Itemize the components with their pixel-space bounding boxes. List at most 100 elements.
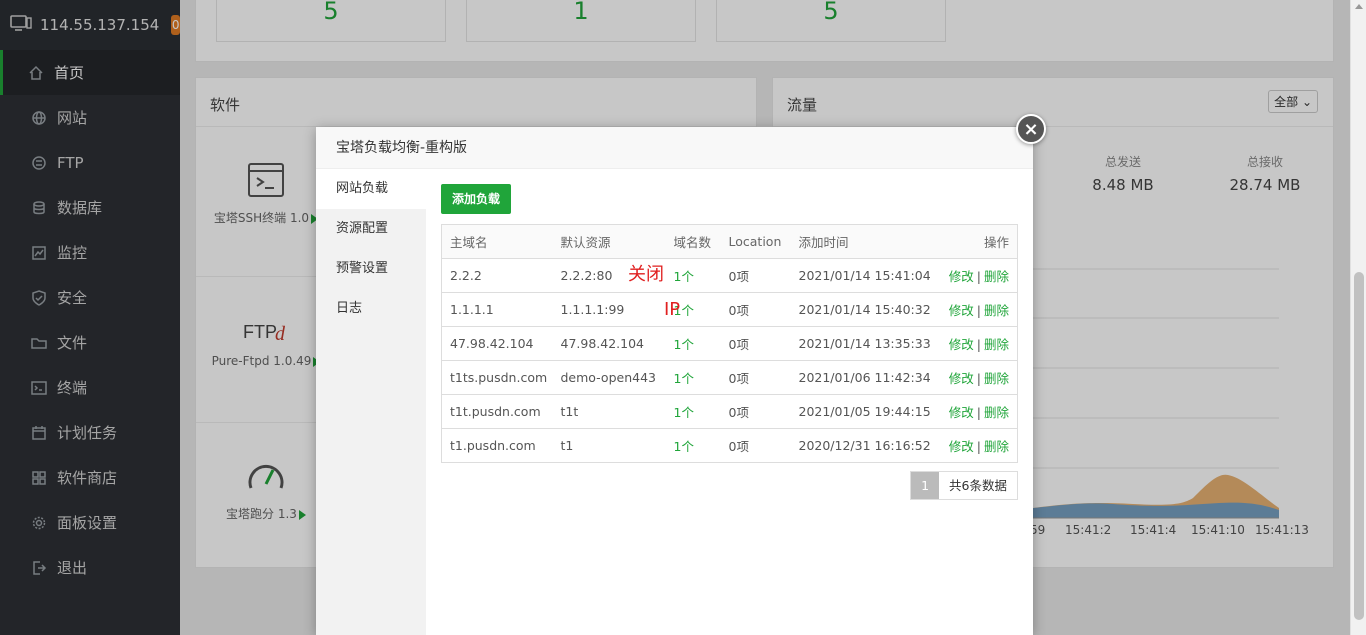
sidebar-item-label: 文件	[57, 334, 88, 352]
col-domain: 主域名	[441, 224, 553, 259]
sidebar-item-logout[interactable]: 退出	[0, 545, 180, 590]
x-tick: 15:41:13	[1255, 523, 1309, 537]
edit-link[interactable]: 修改	[949, 303, 974, 318]
gear-icon	[31, 515, 47, 531]
software-item-ftpd[interactable]: FTP d Pure-Ftpd 1.0.49	[210, 318, 322, 368]
sidebar-item-ftp[interactable]: FTP	[0, 140, 180, 185]
page-current[interactable]: 1	[911, 472, 940, 499]
table-row: t1t.pusdn.com t1t 1个 0项 2021/01/05 19:44:15 修…	[441, 394, 1018, 429]
cell-time: 2021/01/14 15:40:32	[790, 292, 939, 327]
delete-link[interactable]: 删除	[984, 303, 1009, 318]
cell-actions: 修改 | 删除	[938, 394, 1018, 429]
software-item-ssh[interactable]: 宝塔SSH终端 1.0	[210, 162, 322, 226]
delete-link[interactable]: 删除	[984, 439, 1009, 454]
tab-site-load[interactable]: 网站负载	[316, 169, 426, 209]
stat-database-count[interactable]: 5	[716, 0, 946, 42]
cell-domain-count[interactable]: 1个	[665, 326, 721, 361]
col-time: 添加时间	[790, 224, 939, 259]
sidebar-item-website[interactable]: 网站	[0, 95, 180, 140]
software-item-benchmark[interactable]: 宝塔跑分 1.3	[210, 458, 322, 522]
notification-badge[interactable]: 0	[171, 15, 180, 35]
server-header: 114.55.137.154 0	[0, 0, 180, 50]
close-modal-button[interactable]: ×	[1016, 114, 1046, 144]
database-icon	[31, 200, 47, 216]
sidebar-item-label: 面板设置	[57, 514, 118, 532]
tab-logs[interactable]: 日志	[316, 289, 426, 329]
sidebar-item-settings[interactable]: 面板设置	[0, 500, 180, 545]
sidebar-item-label: 首页	[54, 64, 85, 82]
sidebar-item-monitor[interactable]: 监控	[0, 230, 180, 275]
sidebar-item-files[interactable]: 文件	[0, 320, 180, 365]
tab-alert-settings[interactable]: 预警设置	[316, 249, 426, 289]
edit-link[interactable]: 修改	[949, 269, 974, 284]
scrollbar-thumb[interactable]	[1354, 272, 1364, 620]
server-ip: 114.55.137.154	[40, 16, 160, 34]
cell-domain-count[interactable]: 1个	[665, 428, 721, 463]
action-separator: |	[976, 371, 981, 386]
cell-domain: 1.1.1.1	[441, 292, 553, 327]
cell-domain-count[interactable]: 1个	[665, 360, 721, 395]
edit-link[interactable]: 修改	[949, 337, 974, 352]
sidebar-item-store[interactable]: 软件商店	[0, 455, 180, 500]
cell-resource: t1	[552, 428, 666, 463]
add-load-button[interactable]: 添加负载	[441, 184, 512, 214]
edit-link[interactable]: 修改	[949, 405, 974, 420]
action-separator: |	[976, 337, 981, 352]
action-separator: |	[976, 439, 981, 454]
cell-location: 0项	[720, 394, 791, 429]
table-row: 2.2.2 2.2.2:80 1个 0项 2021/01/14 15:41:04 修改 | 删…	[441, 258, 1018, 293]
cell-location: 0项	[720, 326, 791, 361]
cell-domain: 2.2.2	[441, 258, 553, 293]
cell-actions: 修改 | 删除	[938, 258, 1018, 293]
stat-ftp-count[interactable]: 1	[466, 0, 696, 42]
load-table: 主域名 默认资源 域名数 Location 添加时间 操作 2.2.2 2.2.2…	[441, 224, 1018, 463]
grid-icon	[31, 470, 47, 486]
home-icon	[28, 65, 44, 81]
edit-link[interactable]: 修改	[949, 439, 974, 454]
delete-link[interactable]: 删除	[984, 269, 1009, 284]
gauge-icon	[210, 458, 322, 497]
monitor-chart-icon	[31, 245, 47, 261]
scroll-up-icon[interactable]	[1355, 4, 1363, 9]
sidebar-item-home[interactable]: 首页	[0, 50, 180, 95]
sidebar-item-label: FTP	[57, 153, 84, 172]
modal-body: 添加负载 主域名 默认资源 域名数 Location 添加时间 操作 2.2.2…	[426, 169, 1033, 635]
delete-link[interactable]: 删除	[984, 405, 1009, 420]
col-actions: 操作	[938, 224, 1018, 259]
sidebar-item-terminal[interactable]: 终端	[0, 365, 180, 410]
cell-domain-count[interactable]: 1个	[665, 394, 721, 429]
ftp-icon	[31, 155, 47, 171]
annotation-close: 关闭	[628, 264, 664, 285]
modal-tab-list: 网站负载 资源配置 预警设置 日志	[316, 169, 426, 635]
calendar-icon	[31, 425, 47, 441]
shield-icon	[31, 289, 47, 306]
tab-resource-config[interactable]: 资源配置	[316, 209, 426, 249]
svg-text:d: d	[275, 323, 286, 344]
edit-link[interactable]: 修改	[949, 371, 974, 386]
delete-link[interactable]: 删除	[984, 371, 1009, 386]
sidebar-item-security[interactable]: 安全	[0, 275, 180, 320]
software-panel-title: 软件	[210, 96, 241, 114]
software-item-label: Pure-Ftpd 1.0.49	[211, 354, 312, 368]
cell-time: 2021/01/05 19:44:15	[790, 394, 939, 429]
cell-domain-count[interactable]: 1个	[665, 258, 721, 293]
monitor-icon	[10, 14, 32, 36]
table-row: 47.98.42.104 47.98.42.104 1个 0项 2021/01/14 1…	[441, 326, 1018, 361]
sidebar-item-cron[interactable]: 计划任务	[0, 410, 180, 455]
stat-website-count[interactable]: 5	[216, 0, 446, 42]
cell-resource: 1.1.1.1:99	[552, 292, 666, 327]
sidebar-item-database[interactable]: 数据库	[0, 185, 180, 230]
cell-domain: t1ts.pusdn.com	[441, 360, 553, 395]
cell-location: 0项	[720, 258, 791, 293]
table-row: t1.pusdn.com t1 1个 0项 2020/12/31 16:16:52 修改 |…	[441, 428, 1018, 463]
sidebar-item-label: 终端	[57, 379, 88, 397]
x-tick: 15:41:10	[1191, 523, 1245, 537]
page-scrollbar[interactable]	[1350, 0, 1366, 635]
sidebar-item-label: 数据库	[57, 199, 103, 217]
sidebar-item-label: 网站	[57, 109, 88, 127]
ftp-logo-icon: FTP d	[210, 318, 322, 346]
delete-link[interactable]: 删除	[984, 337, 1009, 352]
cell-actions: 修改 | 删除	[938, 428, 1018, 463]
globe-icon	[31, 110, 47, 126]
sidebar-item-label: 退出	[57, 559, 88, 577]
